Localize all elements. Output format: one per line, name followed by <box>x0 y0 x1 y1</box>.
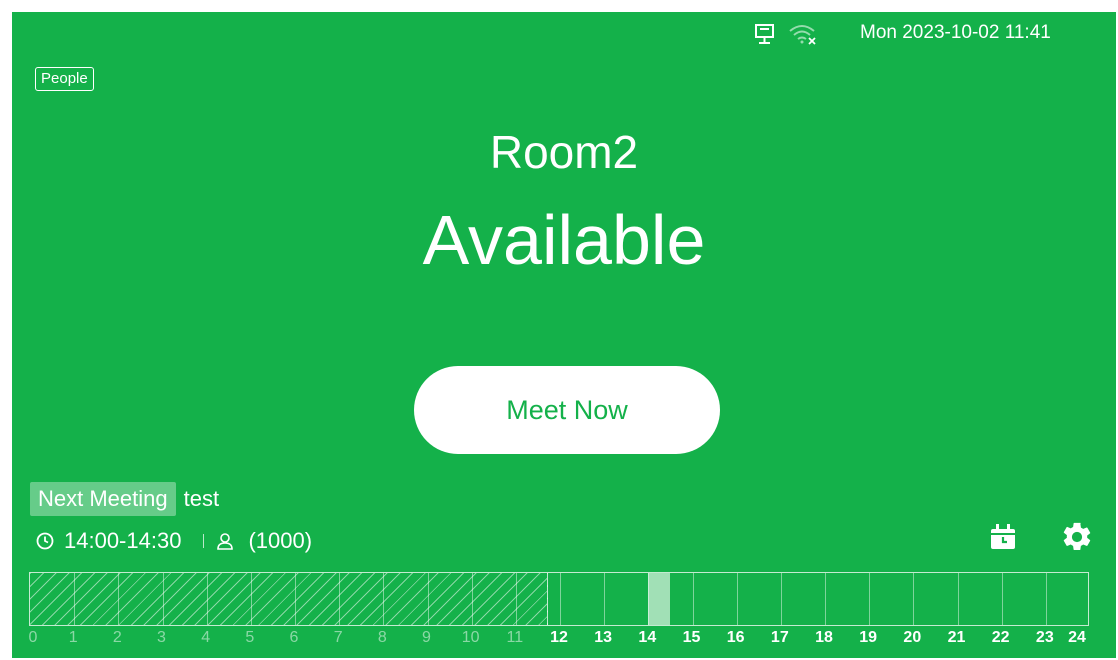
timeline-hour-line <box>295 573 296 625</box>
room-name: Room2 <box>489 126 639 178</box>
timeline-hour-line <box>560 573 561 625</box>
day-timeline[interactable] <box>29 572 1089 626</box>
divider <box>203 534 205 548</box>
timeline-hour-label: 9 <box>422 629 431 646</box>
next-meeting-organizer: (1000) <box>248 528 313 553</box>
timeline-hour-line <box>913 573 915 625</box>
timeline-hour-label: 12 <box>550 629 568 646</box>
timeline-hour-line <box>825 573 826 625</box>
timeline-hour-label: 20 <box>903 629 922 646</box>
timeline-hour-label: 13 <box>594 629 613 646</box>
timeline-hour-line <box>957 573 959 625</box>
timeline-past-region <box>30 573 548 625</box>
timeline-hour-label: 14 <box>638 629 657 646</box>
timeline-hour-label: 24 <box>1068 629 1086 646</box>
timeline-hour-label: 22 <box>991 629 1010 646</box>
next-meeting-time: 14:00-14:30 <box>64 528 182 553</box>
timeline-hour-line <box>427 573 429 625</box>
timeline-hour-label: 17 <box>770 629 789 646</box>
timeline-hour-label: 23 <box>1035 629 1054 646</box>
next-meeting-row: Next Meeting test <box>30 482 219 516</box>
timeline-hour-line <box>74 573 76 625</box>
timeline-hour-label: 6 <box>289 629 299 646</box>
timeline-hour-label: 1 <box>68 629 78 646</box>
timeline-hour-line <box>1045 573 1047 625</box>
timeline-hour-line <box>869 573 871 625</box>
clock-icon <box>36 532 54 550</box>
wifi-disconnected-icon <box>788 23 818 45</box>
timeline-hour-label: 10 <box>461 629 480 646</box>
timeline-hour-line <box>339 573 341 625</box>
next-meeting-badge: Next Meeting <box>30 482 176 516</box>
timeline-hour-line <box>383 573 385 625</box>
next-meeting-title: test <box>183 486 220 511</box>
timeline-hour-line <box>471 573 473 625</box>
timeline-hour-label: 15 <box>682 629 701 646</box>
timeline-hour-line <box>692 573 694 625</box>
timeline-hour-line <box>250 573 252 625</box>
timeline-hour-label: 21 <box>947 629 966 646</box>
calendar-icon[interactable] <box>988 522 1018 552</box>
timeline-hour-line <box>206 573 208 625</box>
timeline-hour-label: 4 <box>201 629 211 646</box>
timeline-hour-line <box>736 573 738 625</box>
timeline-hour-line <box>162 573 164 625</box>
timeline-hour-label: 16 <box>726 629 745 646</box>
status-icons <box>754 23 818 45</box>
status-datetime: Mon 2023-10-02 11:41 <box>860 22 1051 43</box>
timeline-hour-line <box>1001 573 1003 625</box>
timeline-hour-label: 3 <box>157 629 166 646</box>
gear-icon[interactable] <box>1060 520 1094 554</box>
room-status: Available <box>422 201 706 279</box>
timeline-hour-label: 0 <box>28 629 38 646</box>
timeline-hour-label: 11 <box>506 629 524 646</box>
person-icon <box>216 532 234 550</box>
timeline-hour-line <box>118 573 120 625</box>
timeline-hour-label: 18 <box>815 629 833 646</box>
timeline-hour-label: 5 <box>245 629 255 646</box>
room-display-screen: Mon 2023-10-02 11:41 People Room2 Availa… <box>12 12 1116 658</box>
timeline-hour-label: 8 <box>377 629 387 646</box>
next-meeting-details: 14:00-14:30 (1000) <box>36 528 312 554</box>
timeline-hour-line <box>515 573 517 625</box>
people-tag[interactable]: People <box>35 67 94 91</box>
timeline-hour-label: 7 <box>333 629 343 646</box>
timeline-hour-line <box>604 573 606 625</box>
timeline-hour-line <box>780 573 782 625</box>
meet-now-button[interactable]: Meet Now <box>414 366 720 454</box>
timeline-hour-label: 19 <box>859 629 878 646</box>
timeline-hour-label: 2 <box>112 629 122 646</box>
timeline-meeting-block[interactable] <box>648 573 671 625</box>
network-icon <box>754 23 778 45</box>
